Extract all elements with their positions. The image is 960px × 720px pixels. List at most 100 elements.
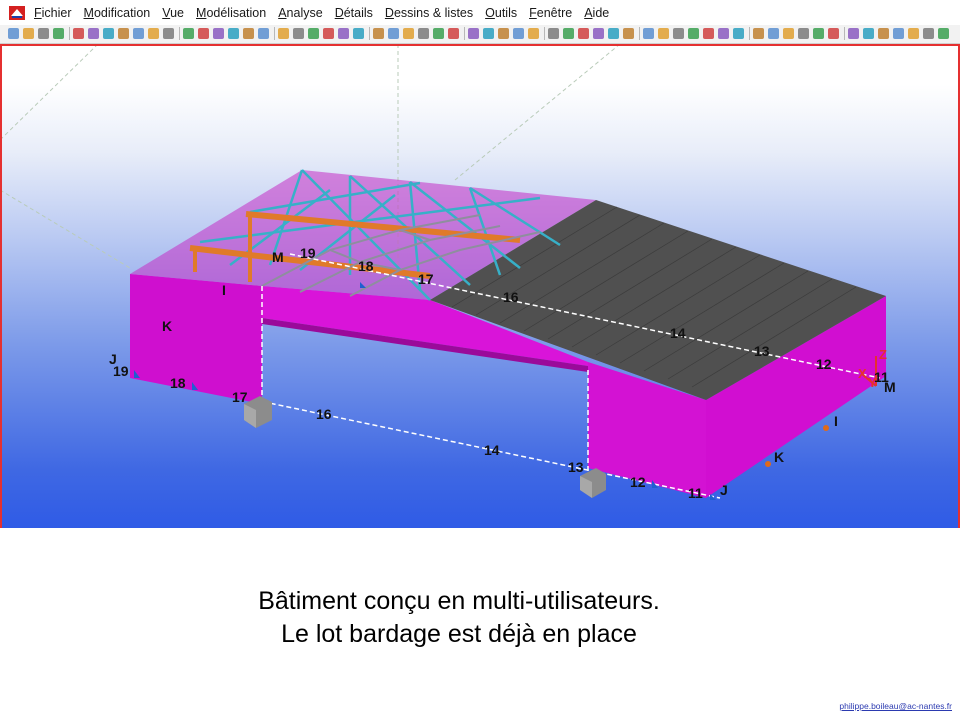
new-file-icon[interactable] [8,28,19,39]
report-icon[interactable] [578,28,589,39]
measure-icon[interactable] [433,28,444,39]
weld-icon[interactable] [323,28,334,39]
open-file-icon[interactable] [23,28,34,39]
zoom-icon[interactable] [798,28,809,39]
label-16-bottom: 16 [316,406,332,422]
open-file-icon[interactable] [658,28,669,39]
select-icon[interactable] [863,28,874,39]
label-i-top: I [222,282,226,298]
pan-icon[interactable] [813,28,824,39]
help-icon[interactable] [388,28,399,39]
label-17-top: 17 [418,271,434,287]
toolbar-separator [464,27,465,40]
redo-icon[interactable] [783,28,794,39]
filter-icon[interactable] [243,28,254,39]
label-k-left: K [162,318,172,334]
paste-icon[interactable] [118,28,129,39]
beam-icon[interactable] [258,28,269,39]
copy-icon[interactable] [733,28,744,39]
slide-caption: Bâtiment conçu en multi-utilisateurs. Le… [0,585,918,651]
toolbar-separator [844,27,845,40]
label-14-top: 14 [670,325,686,341]
application-window: Fichier Modification Vue Modélisation An… [0,0,960,528]
layer-icon[interactable] [528,28,539,39]
footings [244,396,606,498]
copy-icon[interactable] [103,28,114,39]
paste-icon[interactable] [753,28,764,39]
tool-icon[interactable] [513,28,524,39]
author-email-link[interactable]: philippe.boileau@ac-nantes.fr [839,701,952,711]
print-icon[interactable] [73,28,84,39]
undo-icon[interactable] [768,28,779,39]
share-icon[interactable] [53,28,64,39]
plate-icon[interactable] [293,28,304,39]
label-12-bottom: 12 [630,474,646,490]
dimension-icon[interactable] [418,28,429,39]
label-m-right: M [884,379,896,395]
model-3d-view[interactable]: J 19 18 17 K I M 19 18 17 16 14 13 12 11… [0,44,960,528]
beam-icon[interactable] [893,28,904,39]
line-icon[interactable] [483,28,494,39]
print-icon[interactable] [703,28,714,39]
material-icon[interactable] [548,28,559,39]
snap-icon[interactable] [448,28,459,39]
bolt-icon[interactable] [308,28,319,39]
undo-icon[interactable] [133,28,144,39]
label-13-bottom: 13 [568,459,584,475]
menu-fichier[interactable]: Fichier [34,6,72,20]
new-file-icon[interactable] [643,28,654,39]
building-model-svg: J 19 18 17 K I M 19 18 17 16 14 13 12 11… [2,46,896,501]
point-icon[interactable] [468,28,479,39]
caption-line-1: Bâtiment conçu en multi-utilisateurs. [258,587,660,615]
column-icon[interactable] [278,28,289,39]
rotate-icon[interactable] [198,28,209,39]
axis-z-label: Z [879,347,887,362]
label-m-top: M [272,249,284,265]
zoom-icon[interactable] [163,28,174,39]
label-j-right: J [720,482,728,498]
preview-icon[interactable] [718,28,729,39]
label-11-bottom: 11 [688,485,703,501]
menu-bar: Fichier Modification Vue Modélisation An… [0,0,960,25]
menu-dessins-listes[interactable]: Dessins & listes [385,6,473,20]
menu-modelisation[interactable]: Modélisation [196,6,266,20]
import-icon[interactable] [623,28,634,39]
menu-fenetre[interactable]: Fenêtre [529,6,572,20]
view-icon[interactable] [213,28,224,39]
toolbar-separator [274,27,275,40]
menu-vue[interactable]: Vue [162,6,184,20]
label-18-top: 18 [358,258,374,274]
menu-aide[interactable]: Aide [584,6,609,20]
save-icon[interactable] [673,28,684,39]
cladding-left-end [130,274,262,404]
toolbar [0,25,960,44]
menu-analyse[interactable]: Analyse [278,6,322,20]
export-icon[interactable] [608,28,619,39]
profile-icon[interactable] [563,28,574,39]
select-icon[interactable] [228,28,239,39]
cut-icon[interactable] [338,28,349,39]
menu-outils[interactable]: Outils [485,6,517,20]
plate-icon[interactable] [923,28,934,39]
grid-icon[interactable] [403,28,414,39]
arc-icon[interactable] [498,28,509,39]
menu-details[interactable]: Détails [335,6,373,20]
pan-icon[interactable] [183,28,194,39]
view-icon[interactable] [848,28,859,39]
filter-icon[interactable] [878,28,889,39]
rotate-icon[interactable] [828,28,839,39]
bolt-icon[interactable] [938,28,949,39]
fit-icon[interactable] [353,28,364,39]
axis-y-label: Y [868,375,877,390]
axis-x-label: X [858,366,867,381]
menu-modification[interactable]: Modification [84,6,151,20]
drawing-icon[interactable] [593,28,604,39]
app-logo-icon[interactable] [8,4,26,22]
preview-icon[interactable] [88,28,99,39]
share-icon[interactable] [688,28,699,39]
part-icon[interactable] [373,28,384,39]
save-icon[interactable] [38,28,49,39]
toolbar-separator [639,27,640,40]
redo-icon[interactable] [148,28,159,39]
column-icon[interactable] [908,28,919,39]
